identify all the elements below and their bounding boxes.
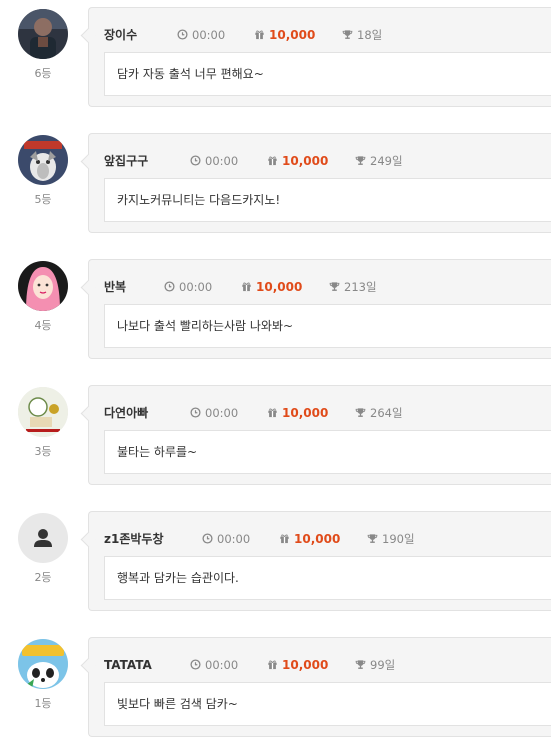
points-value: 10,000 xyxy=(294,532,341,546)
attendance-card: z1존박두창 00:00 10,000 190일 행복과 담카는 습관이다. xyxy=(88,511,551,611)
user-name[interactable]: 반복 xyxy=(104,279,126,295)
points-value: 10,000 xyxy=(269,28,316,42)
attendance-time: 00:00 xyxy=(177,27,225,43)
trophy-icon xyxy=(355,156,366,165)
attendance-entry: 2등 z1존박두창 00:00 10,000 190일 행복과 담카는 습관이다… xyxy=(0,504,551,630)
attendance-entry: 4등 반복 00:00 10,000 213일 나보다 출석 빨리하는사람 나와… xyxy=(0,252,551,378)
gift-icon xyxy=(255,30,264,40)
rank-label: 6등 xyxy=(34,67,52,80)
days-value: 18일 xyxy=(357,28,383,42)
attendance-card: 다연아빠 00:00 10,000 264일 불타는 하루를~ xyxy=(88,385,551,485)
user-avatar[interactable] xyxy=(18,261,68,311)
user-avatar[interactable] xyxy=(18,387,68,437)
attendance-card: 앞집구구 00:00 10,000 249일 카지노커뮤니티는 다음드카지노! xyxy=(88,133,551,233)
clock-icon xyxy=(190,659,201,670)
time-value: 00:00 xyxy=(205,154,239,168)
default-user-avatar[interactable] xyxy=(18,513,68,563)
days-value: 99일 xyxy=(370,658,396,672)
attendance-entry: 1등 TATATA 00:00 10,000 99일 빛보다 빠른 검색 담카~ xyxy=(0,630,551,756)
user-silhouette-icon xyxy=(34,529,52,547)
gift-icon xyxy=(268,660,277,670)
user-name[interactable]: TATATA xyxy=(104,657,152,673)
attendance-time: 00:00 xyxy=(190,153,238,169)
days-value: 249일 xyxy=(370,154,403,168)
time-value: 00:00 xyxy=(192,28,226,42)
time-value: 00:00 xyxy=(205,658,239,672)
attendance-points: 10,000 xyxy=(279,531,340,547)
attendance-entry: 5등 앞집구구 00:00 10,000 249일 카지노커뮤니티는 다음드카지… xyxy=(0,126,551,252)
attendance-entry: 3등 다연아빠 00:00 10,000 264일 불타는 하루를~ xyxy=(0,378,551,504)
clock-icon xyxy=(177,29,188,40)
user-avatar[interactable] xyxy=(18,135,68,185)
time-value: 00:00 xyxy=(217,532,251,546)
rank-label: 3등 xyxy=(34,445,52,458)
attendance-days: 264일 xyxy=(355,405,403,421)
user-avatar[interactable] xyxy=(18,639,68,689)
points-value: 10,000 xyxy=(256,280,303,294)
attendance-points: 10,000 xyxy=(267,153,328,169)
entry-meta: 반복 00:00 10,000 213일 xyxy=(104,279,544,295)
rank-label: 2등 xyxy=(34,571,52,584)
days-value: 213일 xyxy=(344,280,377,294)
attendance-points: 10,000 xyxy=(267,405,328,421)
attendance-time: 00:00 xyxy=(202,531,250,547)
rank-label: 1등 xyxy=(34,697,52,710)
points-value: 10,000 xyxy=(282,406,329,420)
points-value: 10,000 xyxy=(282,658,329,672)
attendance-message: 나보다 출석 빨리하는사람 나와봐~ xyxy=(104,304,551,348)
entry-meta: TATATA 00:00 10,000 99일 xyxy=(104,657,544,673)
attendance-days: 249일 xyxy=(355,153,403,169)
gift-icon xyxy=(280,534,289,544)
days-value: 264일 xyxy=(370,406,403,420)
gift-icon xyxy=(268,156,277,166)
clock-icon xyxy=(190,407,201,418)
entry-meta: 다연아빠 00:00 10,000 264일 xyxy=(104,405,544,421)
entry-meta: 장이수 00:00 10,000 18일 xyxy=(104,27,544,43)
attendance-message: 카지노커뮤니티는 다음드카지노! xyxy=(104,178,551,222)
attendance-message: 담카 자동 출석 너무 편해요~ xyxy=(104,52,551,96)
attendance-message: 빛보다 빠른 검색 담카~ xyxy=(104,682,551,726)
attendance-time: 00:00 xyxy=(190,405,238,421)
gift-icon xyxy=(242,282,251,292)
rank-label: 5등 xyxy=(34,193,52,206)
user-name[interactable]: z1존박두창 xyxy=(104,531,164,547)
user-avatar[interactable] xyxy=(18,9,68,59)
attendance-days: 18일 xyxy=(342,27,382,43)
entry-meta: 앞집구구 00:00 10,000 249일 xyxy=(104,153,544,169)
attendance-days: 99일 xyxy=(355,657,395,673)
attendance-entry: 6등 장이수 00:00 10,000 18일 담카 자동 출석 너무 편해요~ xyxy=(0,0,551,126)
trophy-icon xyxy=(367,534,378,543)
attendance-points: 10,000 xyxy=(267,657,328,673)
attendance-time: 00:00 xyxy=(164,279,212,295)
attendance-points: 10,000 xyxy=(254,27,315,43)
trophy-icon xyxy=(342,30,353,39)
attendance-days: 213일 xyxy=(329,279,377,295)
attendance-card: 반복 00:00 10,000 213일 나보다 출석 빨리하는사람 나와봐~ xyxy=(88,259,551,359)
attendance-message: 행복과 담카는 습관이다. xyxy=(104,556,551,600)
user-name[interactable]: 다연아빠 xyxy=(104,405,148,421)
attendance-time: 00:00 xyxy=(190,657,238,673)
gift-icon xyxy=(268,408,277,418)
attendance-card: 장이수 00:00 10,000 18일 담카 자동 출석 너무 편해요~ xyxy=(88,7,551,107)
entry-meta: z1존박두창 00:00 10,000 190일 xyxy=(104,531,544,547)
time-value: 00:00 xyxy=(205,406,239,420)
time-value: 00:00 xyxy=(179,280,213,294)
attendance-points: 10,000 xyxy=(241,279,302,295)
attendance-list: 6등 장이수 00:00 10,000 18일 담카 자동 출석 너무 편해요~ xyxy=(0,0,551,746)
trophy-icon xyxy=(355,660,366,669)
rank-label: 4등 xyxy=(34,319,52,332)
trophy-icon xyxy=(355,408,366,417)
points-value: 10,000 xyxy=(282,154,329,168)
user-name[interactable]: 장이수 xyxy=(104,27,137,43)
attendance-days: 190일 xyxy=(367,531,415,547)
user-name[interactable]: 앞집구구 xyxy=(104,153,148,169)
attendance-message: 불타는 하루를~ xyxy=(104,430,551,474)
days-value: 190일 xyxy=(382,532,415,546)
attendance-card: TATATA 00:00 10,000 99일 빛보다 빠른 검색 담카~ xyxy=(88,637,551,737)
trophy-icon xyxy=(329,282,340,291)
clock-icon xyxy=(202,533,213,544)
clock-icon xyxy=(164,281,175,292)
clock-icon xyxy=(190,155,201,166)
